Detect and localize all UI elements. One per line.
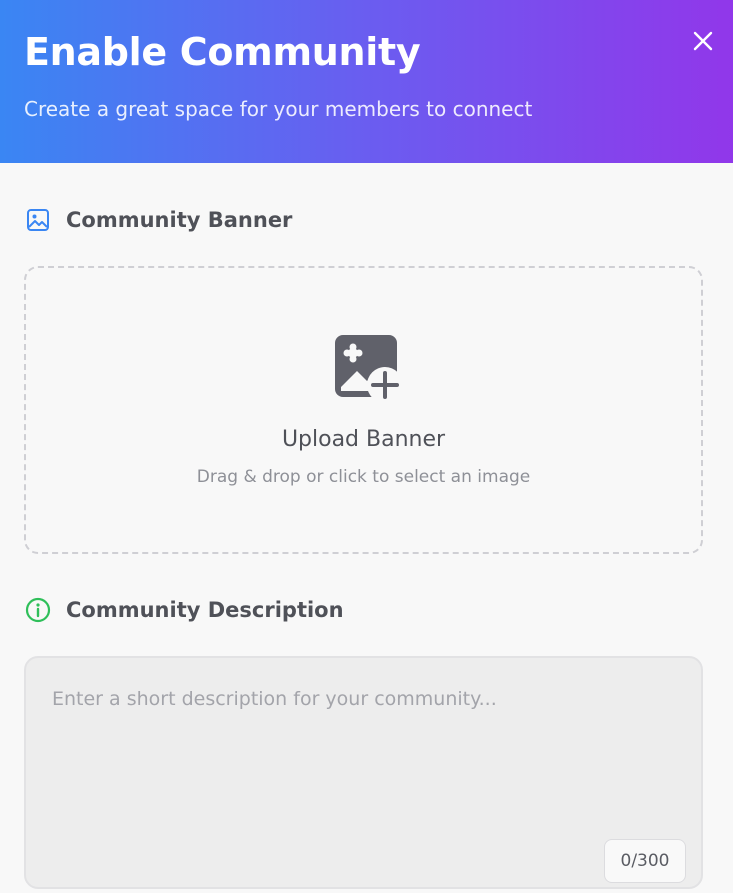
banner-section-header: Community Banner [24, 206, 292, 234]
banner-section-label: Community Banner [66, 208, 293, 232]
description-input[interactable] [26, 658, 701, 887]
banner-upload-dropzone[interactable]: Upload Banner Drag & drop or click to se… [24, 266, 703, 554]
upload-banner-hint: Drag & drop or click to select an image [196, 467, 531, 487]
description-box: 0/300 [24, 656, 703, 889]
modal-title: Enable Community [24, 30, 421, 74]
description-section-label: Community Description [66, 598, 344, 622]
image-icon [24, 206, 52, 234]
description-section-header: Community Description [24, 596, 344, 624]
close-button[interactable] [689, 27, 717, 55]
char-counter: 0/300 [604, 839, 686, 883]
image-add-icon [335, 335, 403, 403]
modal-header: Enable Community Create a great space fo… [0, 0, 733, 163]
modal-subtitle: Create a great space for your members to… [24, 97, 533, 121]
info-icon [24, 596, 52, 624]
upload-banner-title: Upload Banner [281, 427, 446, 452]
close-icon [693, 31, 713, 51]
